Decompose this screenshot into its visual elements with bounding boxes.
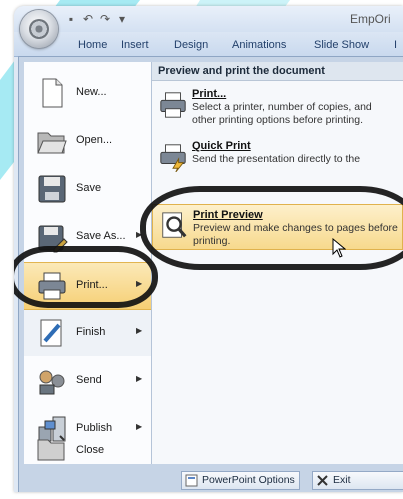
menu-item-label: Send <box>76 374 102 386</box>
save-disk-icon <box>38 175 66 203</box>
printer-icon <box>160 92 186 118</box>
exit-powerpoint-button[interactable]: Exit PowerPoint <box>312 471 403 492</box>
menu-item-finish[interactable]: Finish ▶ <box>24 310 151 356</box>
exit-label: Exit PowerPoint <box>333 474 387 492</box>
quick-access-toolbar: ▪ ↶ ↷ ▾ <box>64 12 129 26</box>
finish-icon <box>40 319 62 347</box>
ribbon-tabs: Home Insert Design Animations Slide Show… <box>14 32 403 57</box>
menu-item-label: Publish <box>76 422 113 434</box>
send-icon <box>39 370 65 395</box>
submenu-arrow-icon: ▶ <box>136 422 143 431</box>
app-title: EmpOri <box>350 12 391 26</box>
submenu-arrow-icon: ▶ <box>136 374 143 383</box>
office-button[interactable] <box>20 10 58 48</box>
submenu-arrow-icon: ▶ <box>136 326 143 335</box>
menu-footer: PowerPoint Options Exit PowerPoint <box>19 466 403 492</box>
marker-circle-preview <box>140 186 403 270</box>
exit-icon <box>317 475 328 486</box>
menu-item-label: Save As... <box>76 230 126 242</box>
submenu-header: Preview and print the document <box>152 62 403 81</box>
powerpoint-window: ▪ ↶ ↷ ▾ EmpOri Home Insert Design Animat… <box>14 6 403 492</box>
marker-circle-print <box>14 246 158 308</box>
undo-icon[interactable]: ↶ <box>81 12 95 26</box>
option-title: Quick Print <box>192 140 251 152</box>
menu-item-label: Finish <box>76 326 106 338</box>
menu-item-close[interactable]: Close <box>24 435 151 464</box>
menu-item-label: Close <box>76 444 105 456</box>
tab-slide-show[interactable]: Slide Show <box>314 39 369 51</box>
customize-icon[interactable]: ▾ <box>115 12 129 26</box>
tab-design[interactable]: Design <box>174 39 208 51</box>
menu-item-open[interactable]: Open... <box>24 118 151 164</box>
tab-insert[interactable]: Insert <box>121 39 149 51</box>
powerpoint-options-button[interactable]: PowerPoint Options <box>181 471 300 490</box>
menu-item-label: Open... <box>76 134 113 146</box>
tab-animations[interactable]: Animations <box>232 39 286 51</box>
close-folder-icon <box>37 435 65 461</box>
option-print[interactable]: Print... Select a printer, number of cop… <box>152 84 403 136</box>
save-icon[interactable]: ▪ <box>64 12 78 26</box>
mouse-cursor-icon <box>332 238 346 258</box>
new-document-icon <box>42 78 63 108</box>
open-folder-icon <box>37 132 67 154</box>
option-title: Print... <box>192 88 227 100</box>
menu-item-save[interactable]: Save <box>24 166 151 212</box>
option-description: Select a printer, number of copies, and … <box>192 101 372 126</box>
office-logo-icon <box>29 19 49 39</box>
option-quick-print[interactable]: Quick Print Send the presentation direct… <box>152 136 403 188</box>
menu-item-new[interactable]: New... <box>24 70 151 116</box>
options-icon <box>185 474 198 487</box>
quick-print-icon <box>160 144 186 172</box>
option-description: Send the presentation directly to the <box>192 153 361 165</box>
menu-item-label: Save <box>76 182 102 194</box>
options-label: PowerPoint Options <box>202 474 295 486</box>
redo-icon[interactable]: ↷ <box>98 12 112 26</box>
tab-more[interactable]: I <box>394 39 397 51</box>
tab-home[interactable]: Home <box>78 39 107 51</box>
submenu-header-text: Preview and print the document <box>158 65 325 77</box>
menu-item-send[interactable]: Send ▶ <box>24 358 151 404</box>
title-bar: ▪ ↶ ↷ ▾ EmpOri <box>14 6 403 32</box>
menu-item-label: New... <box>76 86 107 98</box>
